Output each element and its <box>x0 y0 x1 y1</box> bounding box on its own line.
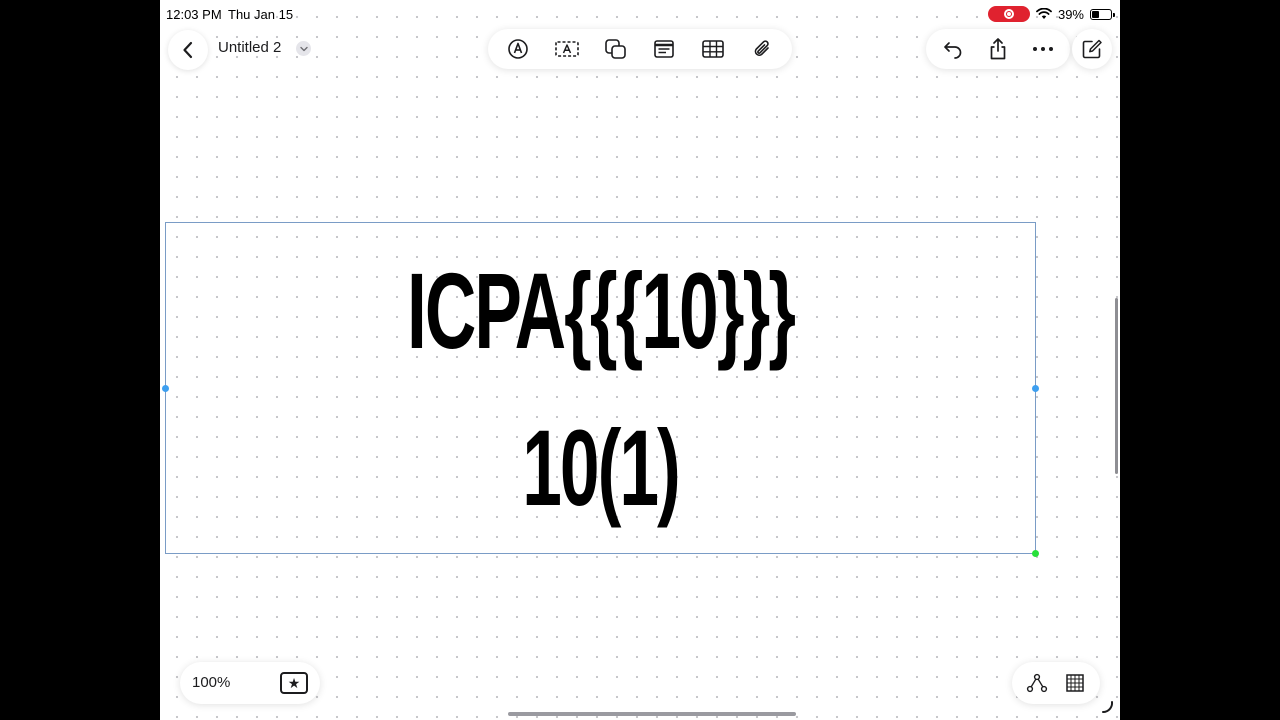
home-indicator[interactable] <box>508 712 796 716</box>
zoom-controls: 100% ★ <box>180 662 320 704</box>
chevron-down-icon <box>299 46 308 51</box>
chevron-left-icon <box>183 41 193 59</box>
pen-tool-button[interactable] <box>498 31 538 67</box>
star-box-icon: ★ <box>287 675 301 691</box>
resize-handle-corner[interactable] <box>1032 550 1039 557</box>
more-icon <box>1033 47 1054 51</box>
status-indicators: 39% <box>987 5 1115 23</box>
vertical-scroll-indicator[interactable] <box>1115 298 1118 474</box>
status-bar: 12:03 PM Thu Jan 15 39% <box>160 0 1120 28</box>
text-line-2[interactable]: 10(1) <box>314 414 888 522</box>
compose-icon <box>1082 39 1102 59</box>
resize-handle-right[interactable] <box>1032 385 1039 392</box>
battery-icon <box>1090 8 1115 20</box>
connector-icon <box>1026 673 1048 693</box>
view-controls <box>1012 662 1100 704</box>
resize-handle-left[interactable] <box>162 385 169 392</box>
text-box-icon <box>555 41 579 57</box>
table-icon <box>702 40 724 58</box>
top-toolbar: Untitled 2 <box>160 28 1120 70</box>
share-icon <box>990 38 1006 60</box>
more-button[interactable] <box>1023 31 1063 67</box>
grid-button[interactable] <box>1059 665 1091 701</box>
text-box-button[interactable] <box>547 31 587 67</box>
text-line-1[interactable]: ICPA{{{10}}} <box>314 257 888 365</box>
shapes-button[interactable] <box>596 31 636 67</box>
favorite-button[interactable]: ★ <box>280 672 308 694</box>
document-title[interactable]: Untitled 2 <box>218 39 281 56</box>
insert-toolbar <box>488 29 792 69</box>
grid-icon <box>1066 674 1084 692</box>
status-date: Thu Jan 15 <box>228 7 294 22</box>
battery-percentage: 39% <box>1057 6 1084 22</box>
pen-tool-icon <box>508 39 529 59</box>
title-menu-button[interactable] <box>296 41 311 56</box>
screen-recording-indicator[interactable] <box>987 6 1030 22</box>
undo-icon <box>943 42 961 59</box>
connector-button[interactable] <box>1021 665 1053 701</box>
undo-button[interactable] <box>933 31 973 67</box>
sticky-note-icon <box>654 40 675 58</box>
table-button[interactable] <box>693 31 733 67</box>
shapes-icon <box>604 39 626 59</box>
zoom-level-button[interactable]: 100% <box>192 674 230 691</box>
record-icon <box>1003 9 1014 19</box>
attachment-button[interactable] <box>742 31 782 67</box>
back-button[interactable] <box>168 30 208 70</box>
document-actions <box>926 29 1070 69</box>
status-time: 12:03 PM <box>166 7 222 22</box>
loading-spinner-icon <box>1102 701 1114 714</box>
wifi-icon <box>1036 8 1052 19</box>
new-board-button[interactable] <box>1072 29 1112 69</box>
selected-text-box[interactable]: ICPA{{{10}}} 10(1) <box>162 222 1039 557</box>
battery-level-fill <box>1092 10 1100 18</box>
freeform-canvas[interactable]: 12:03 PM Thu Jan 15 39% Untitled 2 ICPA{… <box>160 0 1120 720</box>
sticky-note-button[interactable] <box>644 31 684 67</box>
paperclip-icon <box>754 40 769 56</box>
share-button[interactable] <box>978 31 1018 67</box>
